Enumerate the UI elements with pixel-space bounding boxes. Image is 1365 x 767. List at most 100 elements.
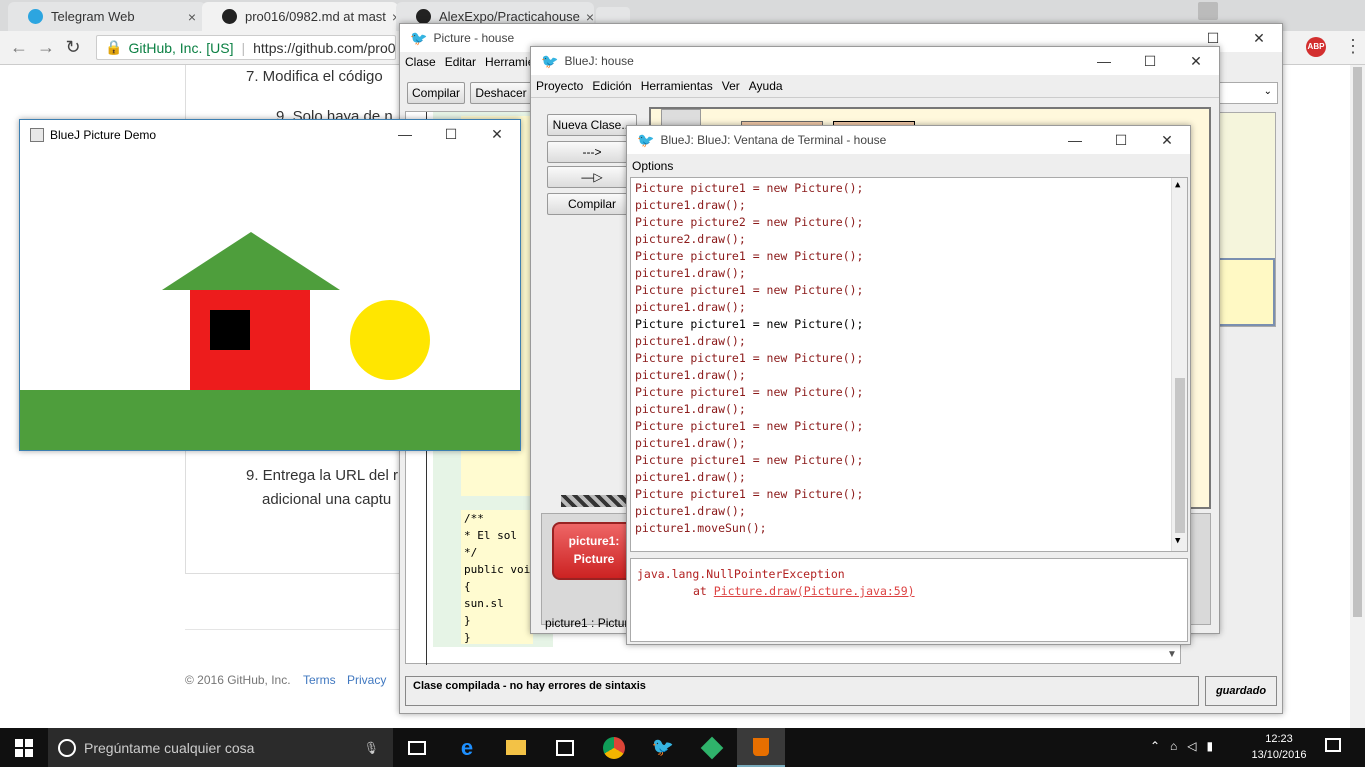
sun — [350, 300, 430, 380]
uses-arrow-button[interactable]: ---> — [547, 141, 637, 163]
grass — [20, 390, 520, 450]
page-scrollbar-thumb[interactable] — [1353, 67, 1362, 617]
editor-title: Picture - house — [433, 31, 515, 45]
back-button[interactable]: ← — [8, 36, 30, 58]
compile-button[interactable]: Compilar — [407, 82, 465, 104]
edge-browser-icon[interactable]: e — [443, 728, 491, 767]
menu-ayuda[interactable]: Ayuda — [749, 79, 783, 93]
tab-telegram[interactable]: Telegram Web × — [8, 2, 206, 31]
tab-close-icon[interactable]: × — [182, 9, 196, 25]
page-scrollbar[interactable] — [1350, 65, 1365, 728]
telegram-icon — [28, 9, 43, 24]
tab-github-file[interactable]: pro016/0982.md at mast × — [202, 2, 398, 31]
clock-date: 13/10/2016 — [1251, 749, 1307, 761]
undo-button[interactable]: Deshacer — [470, 82, 532, 104]
object-name: picture1: — [568, 534, 620, 548]
reload-button[interactable]: ↻ — [62, 36, 84, 58]
maximize-button[interactable]: ☐ — [1098, 126, 1144, 154]
menu-proyecto[interactable]: Proyecto — [536, 79, 583, 93]
menu-options[interactable]: Options — [632, 159, 673, 173]
start-button[interactable] — [0, 728, 48, 767]
system-tray-icons[interactable]: ⌃⌂◁▮ — [1150, 739, 1223, 753]
code-line: public voi — [464, 563, 531, 576]
maximize-button[interactable]: ☐ — [428, 120, 474, 150]
bluej-title: BlueJ: house — [564, 54, 634, 68]
code-line: } — [464, 614, 471, 627]
terminal-menubar: Options — [627, 156, 1190, 176]
code-line: */ — [464, 546, 478, 559]
clock[interactable]: 12:23 13/10/2016 — [1244, 731, 1314, 763]
task-view-icon[interactable] — [393, 728, 441, 767]
terminal-lines: Picture picture1 = new Picture(); pictur… — [631, 178, 1187, 537]
scroll-down-icon[interactable]: ▼ — [1175, 536, 1180, 546]
inherits-arrow-button[interactable]: —▷ — [547, 166, 637, 188]
footer-terms-link[interactable]: Terms — [303, 673, 336, 687]
code-line: /** — [464, 512, 484, 525]
close-button[interactable]: ✕ — [1144, 126, 1190, 154]
navigation-view-viewport[interactable] — [1217, 258, 1275, 326]
scroll-down-icon[interactable]: ▼ — [1167, 649, 1177, 660]
microphone-icon[interactable]: 🎙 — [364, 741, 379, 755]
action-center-icon[interactable] — [1325, 738, 1341, 752]
menu-ver[interactable]: Ver — [722, 79, 740, 93]
url-text[interactable]: https://github.com/pro01 — [253, 40, 395, 56]
list-item-9: 9. Entrega la URL del r — [246, 467, 399, 484]
java-cup-icon — [30, 128, 44, 142]
git-icon[interactable] — [688, 728, 736, 767]
picture-demo-window: BlueJ Picture Demo — ☐ ✕ — [19, 119, 521, 451]
terminal-scrollbar-thumb[interactable] — [1175, 378, 1185, 533]
terminal-error-pane: java.lang.NullPointerException at Pictur… — [630, 558, 1188, 642]
footer-copyright: © 2016 GitHub, Inc. — [185, 673, 291, 687]
omnibox-divider: | — [241, 39, 246, 56]
chrome-icon[interactable] — [590, 728, 638, 767]
cortana-search-box[interactable]: Pregúntame cualquier cosa 🎙 — [48, 728, 393, 767]
maximize-button[interactable]: ☐ — [1127, 47, 1173, 75]
error-source-link[interactable]: Picture.draw(Picture.java:59) — [714, 584, 915, 598]
close-button[interactable]: ✕ — [474, 120, 520, 150]
menu-edicion[interactable]: Edición — [592, 79, 631, 93]
menu-divider — [531, 97, 1219, 98]
code-line: } — [464, 631, 471, 644]
terminal-scrollbar[interactable]: ▲ ▼ — [1171, 178, 1187, 551]
scroll-up-icon[interactable]: ▲ — [1175, 180, 1180, 190]
terminal-line: picture1.moveSun(); — [635, 521, 767, 535]
menu-clase[interactable]: Clase — [405, 55, 436, 69]
menu-herramientas[interactable]: Herramientas — [641, 79, 713, 93]
terminal-line: picture1.draw(); — [635, 368, 746, 382]
new-class-button[interactable]: Nueva Clase... — [547, 114, 637, 136]
close-button[interactable]: ✕ — [1173, 47, 1219, 75]
terminal-line: Picture picture1 = new Picture(); — [635, 351, 864, 365]
object-picture1[interactable]: picture1: Picture — [552, 522, 636, 580]
close-button[interactable]: ✕ — [1236, 24, 1282, 52]
object-type: Picture — [573, 552, 615, 566]
browser-menu-icon[interactable]: ⋮ — [1344, 36, 1362, 57]
bluej-menubar: Proyecto Edición Herramientas Ver Ayuda — [531, 76, 1219, 96]
file-explorer-icon[interactable] — [492, 728, 540, 767]
terminal-line: picture1.draw(); — [635, 198, 746, 212]
list-item-9-cont: adicional una captu — [262, 491, 392, 508]
terminal-line: picture1.draw(); — [635, 334, 746, 348]
terminal-line: Picture picture1 = new Picture(); — [635, 317, 864, 331]
bluej-bird-icon: 🐦 — [541, 52, 559, 69]
compile-project-button[interactable]: Compilar — [547, 193, 637, 215]
terminal-line: Picture picture1 = new Picture(); — [635, 249, 864, 263]
omnibox[interactable]: 🔒 GitHub, Inc. [US] | https://github.com… — [96, 35, 396, 60]
store-icon[interactable] — [541, 728, 589, 767]
method-scope-2: /** * El sol */ public voi { sun.sl } } — [461, 510, 533, 644]
navigation-view[interactable] — [1216, 112, 1276, 327]
forward-button[interactable]: → — [35, 36, 57, 58]
minimize-button[interactable]: — — [1081, 47, 1127, 75]
footer-privacy-link[interactable]: Privacy — [347, 673, 386, 687]
java-taskbar-icon[interactable] — [737, 728, 785, 767]
adblock-extension-icon[interactable]: ABP — [1306, 37, 1326, 57]
bluej-taskbar-icon[interactable]: 🐦 — [639, 728, 687, 767]
minimize-button[interactable]: — — [1052, 126, 1098, 154]
cortana-icon — [58, 738, 76, 757]
profile-icon[interactable] — [1198, 2, 1218, 20]
minimize-button[interactable]: — — [382, 120, 428, 150]
terminal-output[interactable]: Picture picture1 = new Picture(); pictur… — [630, 177, 1188, 552]
menu-editar[interactable]: Editar — [445, 55, 476, 69]
search-placeholder: Pregúntame cualquier cosa — [84, 739, 255, 756]
tab-title: Telegram Web — [51, 9, 135, 24]
work-indicator — [561, 495, 629, 507]
